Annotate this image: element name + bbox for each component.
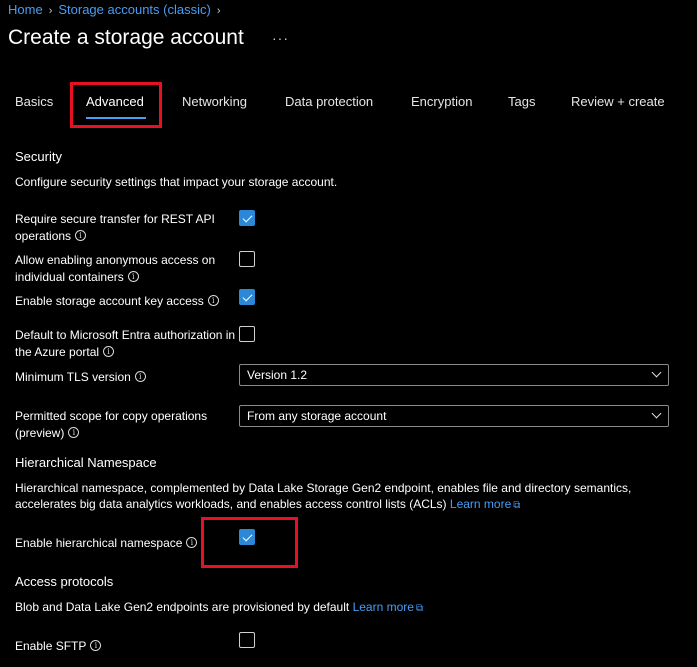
info-icon[interactable]: i <box>75 230 87 242</box>
tab-encryption[interactable]: Encryption <box>411 94 472 109</box>
copy-scope-value: From any storage account <box>247 409 387 423</box>
copy-scope-label-line1: Permitted scope for copy operations <box>15 409 208 423</box>
protocols-learn-more-text: Learn more <box>352 600 414 614</box>
key-access-checkbox[interactable] <box>239 289 255 305</box>
info-icon[interactable]: i <box>127 271 139 283</box>
tab-tags[interactable]: Tags <box>508 94 535 109</box>
info-icon[interactable]: i <box>103 346 115 358</box>
highlight-box-advanced-tab <box>70 82 162 128</box>
chevron-down-icon <box>651 408 662 419</box>
entra-auth-checkbox[interactable] <box>239 326 255 342</box>
breadcrumb-storage-accounts-link[interactable]: Storage accounts (classic) <box>58 2 210 17</box>
anonymous-access-label: Allow enabling anonymous access on indiv… <box>15 252 215 286</box>
access-protocols-heading: Access protocols <box>15 574 114 589</box>
chevron-down-icon <box>651 367 662 378</box>
hns-heading: Hierarchical Namespace <box>15 455 157 470</box>
sftp-label-text: Enable SFTP <box>15 639 87 653</box>
external-link-icon: ⧉ <box>415 603 424 614</box>
hns-learn-more-link[interactable]: Learn more ⧉ <box>450 497 521 511</box>
enable-hns-label: Enable hierarchical namespace i <box>15 535 198 552</box>
chevron-right-icon: › <box>48 5 53 17</box>
highlight-box-hns-checkbox <box>201 517 298 568</box>
secure-transfer-checkbox[interactable] <box>239 210 255 226</box>
secure-transfer-label-line1: Require secure transfer for REST API <box>15 212 215 226</box>
sftp-checkbox[interactable] <box>239 632 255 648</box>
tls-version-dropdown[interactable]: Version 1.2 <box>239 364 669 386</box>
info-icon[interactable]: i <box>68 427 80 439</box>
anonymous-access-checkbox[interactable] <box>239 251 255 267</box>
more-options-icon[interactable]: ··· <box>272 30 289 46</box>
hns-description-line1: Hierarchical namespace, complemented by … <box>15 481 632 495</box>
tab-data-protection[interactable]: Data protection <box>285 94 373 109</box>
anonymous-access-label-line2: individual containers <box>15 270 124 284</box>
sftp-label: Enable SFTP i <box>15 638 102 655</box>
info-icon[interactable]: i <box>207 295 219 307</box>
security-description: Configure security settings that impact … <box>15 175 338 189</box>
tab-basics[interactable]: Basics <box>15 94 53 109</box>
access-protocols-description: Blob and Data Lake Gen2 endpoints are pr… <box>15 599 423 617</box>
hns-description: Hierarchical namespace, complemented by … <box>15 480 631 514</box>
breadcrumb-home-link[interactable]: Home <box>8 2 43 17</box>
secure-transfer-label-line2: operations <box>15 229 72 243</box>
entra-auth-label-line1: Default to Microsoft Entra authorization… <box>15 328 236 342</box>
entra-auth-label: Default to Microsoft Entra authorization… <box>15 327 235 361</box>
info-icon[interactable]: i <box>90 640 102 652</box>
chevron-right-icon: › <box>216 5 221 17</box>
page-title: Create a storage account <box>8 26 244 49</box>
hns-learn-more-text: Learn more <box>449 497 512 511</box>
tab-review-create[interactable]: Review + create <box>571 94 665 109</box>
copy-scope-dropdown[interactable]: From any storage account <box>239 405 669 427</box>
entra-auth-label-line2: the Azure portal <box>15 345 100 359</box>
tls-label-text: Minimum TLS version <box>15 370 131 384</box>
hns-description-line2: accelerates big data analytics workloads… <box>15 497 447 511</box>
info-icon[interactable]: i <box>186 537 198 549</box>
tab-networking[interactable]: Networking <box>182 94 247 109</box>
info-icon[interactable]: i <box>134 371 146 383</box>
copy-scope-label-line2: (preview) <box>15 426 65 440</box>
protocols-learn-more-link[interactable]: Learn more ⧉ <box>353 600 424 614</box>
key-access-label: Enable storage account key access i <box>15 293 219 310</box>
tls-label: Minimum TLS version i <box>15 369 146 386</box>
access-protocols-description-text: Blob and Data Lake Gen2 endpoints are pr… <box>15 600 350 614</box>
secure-transfer-label: Require secure transfer for REST API ope… <box>15 211 215 245</box>
anonymous-access-label-line1: Allow enabling anonymous access on <box>15 253 216 267</box>
breadcrumb: Home › Storage accounts (classic) › <box>8 2 226 17</box>
tls-version-value: Version 1.2 <box>247 368 308 382</box>
external-link-icon: ⧉ <box>513 500 521 511</box>
copy-scope-label: Permitted scope for copy operations (pre… <box>15 408 207 442</box>
key-access-label-text: Enable storage account key access <box>15 294 204 308</box>
enable-hns-label-text: Enable hierarchical namespace <box>15 536 183 550</box>
security-heading: Security <box>15 149 62 164</box>
